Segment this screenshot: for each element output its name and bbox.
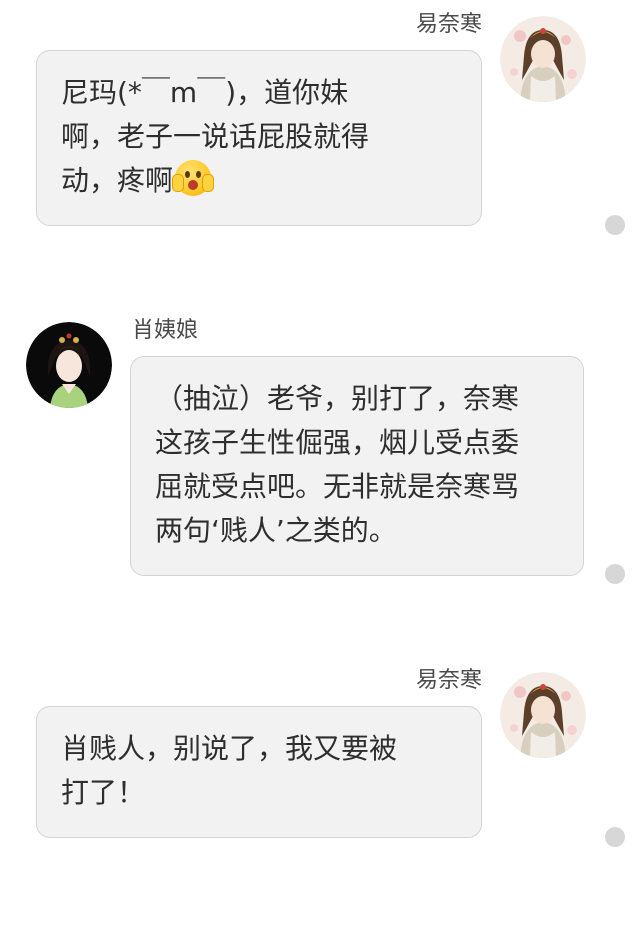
message-bubble[interactable]: 尼玛(*￣m￣)，道你妹 啊，老子一说话屁股就得 动，疼啊 [36,50,482,226]
avatar[interactable] [26,322,112,408]
chat-message: 易奈寒 肖贱人，别说了，我又要被 打了！ [0,660,640,860]
scream-face-icon [172,160,215,196]
status-dot [605,215,625,235]
sender-name: 易奈寒 [415,12,482,37]
message-line: 打了！ [61,776,146,809]
message-bubble[interactable]: 肖贱人，别说了，我又要被 打了！ [36,706,482,838]
status-dot [605,827,625,847]
avatar[interactable] [500,16,586,102]
message-line: 尼玛(*￣m￣)，道你妹 [61,76,349,109]
message-line: 动，疼啊 [61,159,457,203]
message-line: 屈就受点吧。无非就是奈寒骂 [155,470,520,503]
message-line: 两句‘贱人’之类的。 [155,514,397,547]
message-text: 动，疼啊 [61,164,174,197]
sender-name: 易奈寒 [415,668,482,693]
chat-message: 肖姨娘 （抽泣）老爷，别打了，奈寒 这孩子生性倔强，烟儿受点委 屈就受点吧。无非… [0,300,640,600]
status-dot [605,564,625,584]
message-line: 啊，老子一说话屁股就得 [61,115,457,159]
message-line: 这孩子生性倔强，烟儿受点委 [155,426,520,459]
chat-message: 易奈寒 尼玛(*￣m￣)，道你妹 啊，老子一说话屁股就得 动，疼啊 [0,0,640,260]
message-text: 啊，老子一说话屁股就得 [61,120,370,153]
message-line: （抽泣）老爷，别打了，奈寒 [155,382,520,415]
avatar[interactable] [500,672,586,758]
message-bubble[interactable]: （抽泣）老爷，别打了，奈寒 这孩子生性倔强，烟儿受点委 屈就受点吧。无非就是奈寒… [130,356,584,576]
sender-name: 肖姨娘 [132,318,199,343]
message-line: 肖贱人，别说了，我又要被 [61,732,398,765]
